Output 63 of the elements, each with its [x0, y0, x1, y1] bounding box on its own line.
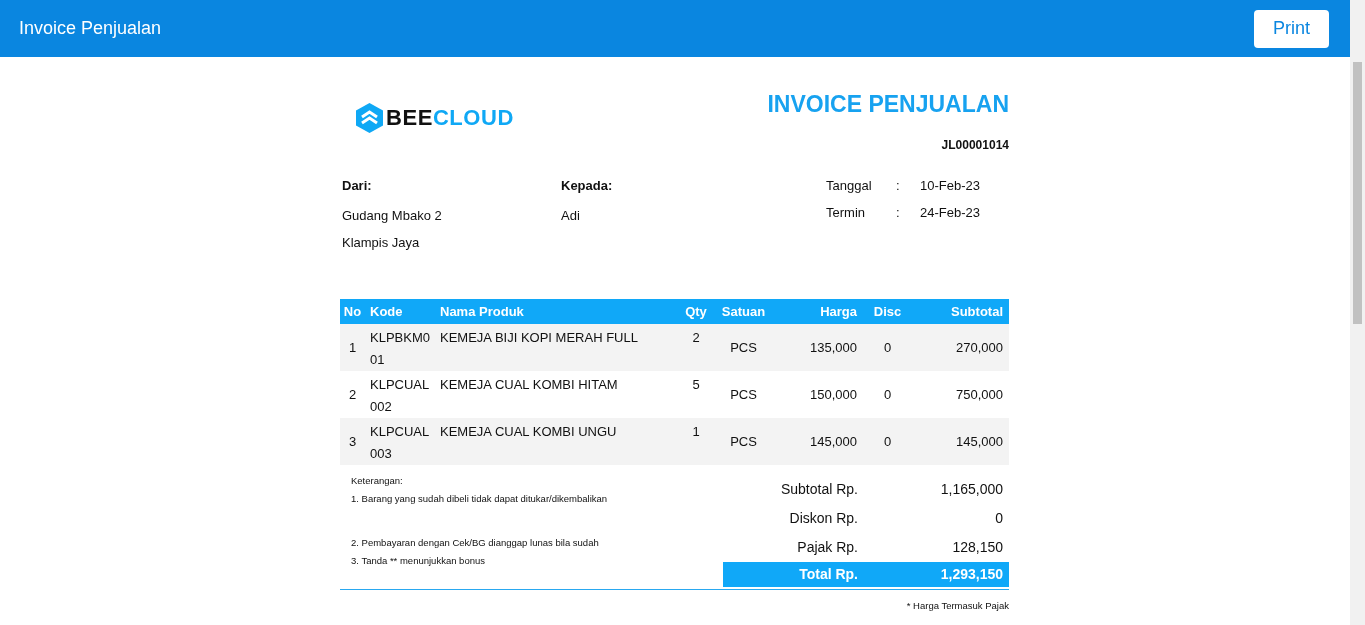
scrollbar[interactable]: [1350, 0, 1365, 625]
column-header: Harga: [775, 299, 865, 324]
invoice-title: INVOICE PENJUALAN: [767, 90, 1009, 119]
date-separator: :: [896, 204, 901, 222]
from-address-line: Gudang Mbako 2: [342, 207, 443, 225]
table-cell: 145,000: [910, 418, 1009, 465]
logo-text: BEECLOUD: [386, 104, 514, 132]
column-header: Kode: [365, 299, 440, 324]
table-cell: 750,000: [910, 371, 1009, 418]
total-label: Total Rp.: [798, 565, 858, 584]
page-title: Invoice Penjualan: [19, 17, 162, 40]
from-address-line: Klampis Jaya: [342, 233, 421, 252]
table-cell: 3: [340, 418, 365, 465]
table-cell: PCS: [712, 324, 775, 371]
column-header: Satuan: [712, 299, 775, 324]
date-label: Tanggal: [826, 176, 873, 195]
logo-icon: [356, 102, 383, 133]
total-label: Diskon Rp.: [788, 509, 858, 528]
tax-footnote: * Harga Termasuk Pajak: [906, 599, 1009, 613]
table-cell: 135,000: [775, 324, 865, 371]
table-cell: 0: [865, 371, 910, 418]
table-cell: 1: [680, 418, 712, 465]
date-separator: :: [896, 176, 901, 195]
table-cell: 270,000: [910, 324, 1009, 371]
total-value: 1,293,150: [939, 565, 1004, 584]
total-label: Subtotal Rp.: [779, 480, 858, 499]
to-address-line: Adi: [561, 207, 581, 225]
total-value: 1,165,000: [939, 480, 1004, 499]
table-cell: 0: [865, 418, 910, 465]
note-line: 2. Pembayaran dengan Cek/BG dianggap lunas bila sudah: [351, 537, 600, 549]
table-cell: 1: [340, 324, 365, 371]
table-cell: PCS: [712, 418, 775, 465]
from-label: Dari:: [342, 176, 373, 195]
column-header: Subtotal: [910, 299, 1009, 324]
note-line: 3. Tanda ** menunjukkan bonus: [351, 555, 486, 567]
table-cell: 5: [680, 371, 712, 418]
date-value: 24-Feb-23: [920, 204, 980, 222]
table-cell: KEMEJA CUAL KOMBI HITAM: [440, 371, 680, 418]
table-cell: PCS: [712, 371, 775, 418]
table-cell: 145,000: [775, 418, 865, 465]
column-header: Disc: [865, 299, 910, 324]
date-label: Termin: [826, 204, 866, 222]
table-cell: KLPBKM001: [365, 324, 440, 371]
table-cell: 150,000: [775, 371, 865, 418]
to-label: Kepada:: [561, 176, 614, 195]
notes-title: Keterangan:: [351, 475, 404, 487]
column-header: No: [340, 299, 365, 324]
total-value: 0: [994, 509, 1004, 528]
table-cell: KLPCUAL002: [365, 371, 440, 418]
note-line: 1. Barang yang sudah dibeli tidak dapat ditukar/dikembalikan: [351, 493, 609, 505]
table-cell: 0: [865, 324, 910, 371]
print-button[interactable]: Print: [1254, 9, 1329, 48]
total-label: Pajak Rp.: [796, 538, 858, 557]
table-cell: KEMEJA CUAL KOMBI UNGU: [440, 418, 680, 465]
date-value: 10-Feb-23: [920, 176, 980, 195]
column-header: Qty: [680, 299, 712, 324]
table-cell: KLPCUAL003: [365, 418, 440, 465]
column-header: Nama Produk: [440, 299, 680, 324]
table-cell: 2: [680, 324, 712, 371]
table-cell: 2: [340, 371, 365, 418]
table-cell: KEMEJA BIJI KOPI MERAH FULL: [440, 324, 680, 371]
total-value: 128,150: [951, 538, 1004, 557]
invoice-number: JL00001014: [941, 136, 1009, 154]
